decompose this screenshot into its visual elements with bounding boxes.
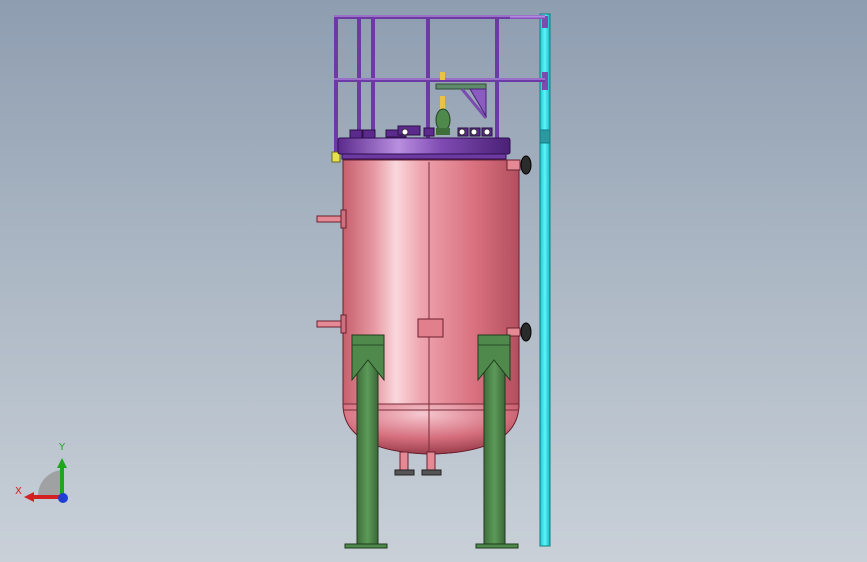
z-axis-dot (58, 493, 68, 503)
side-nozzle-lower (316, 314, 347, 334)
axis-x-label: X (15, 486, 22, 497)
side-ladder (539, 13, 551, 547)
side-nozzle-upper (316, 209, 347, 229)
tank-model[interactable] (0, 0, 867, 562)
bottom-outlets (394, 451, 442, 476)
axis-y-label: Y (59, 442, 66, 453)
3d-viewport[interactable]: X Y (0, 0, 867, 562)
coordinate-triad (24, 458, 68, 503)
tank-lid-flange (337, 137, 511, 160)
